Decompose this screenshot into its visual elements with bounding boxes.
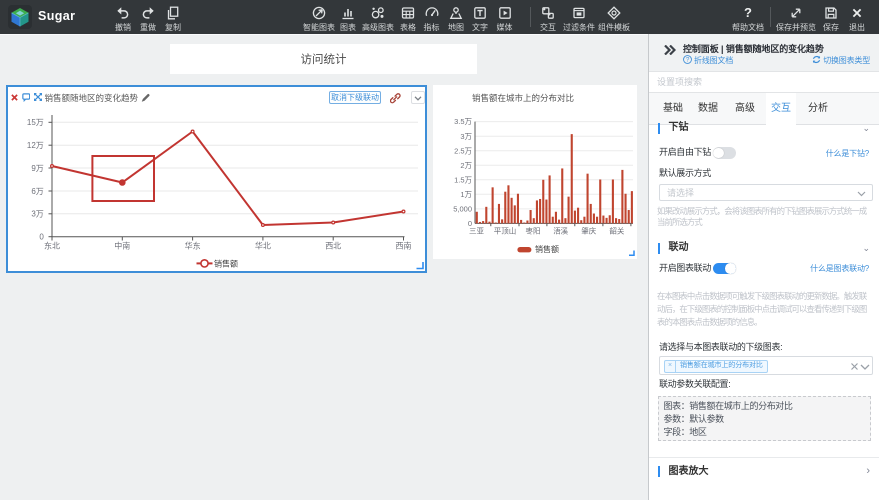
svg-text:东北: 东北 [44, 241, 60, 251]
svg-text:销售额: 销售额 [214, 258, 238, 268]
svg-text:3万: 3万 [31, 210, 43, 219]
svg-text:1万: 1万 [460, 190, 472, 199]
svg-text:3万: 3万 [460, 132, 472, 141]
svg-text:平顶山: 平顶山 [494, 226, 517, 236]
svg-text:5,000: 5,000 [453, 205, 472, 214]
svg-text:华北: 华北 [255, 241, 271, 251]
svg-text:9万: 9万 [31, 164, 43, 173]
svg-text:西南: 西南 [396, 241, 412, 251]
svg-text:销售额: 销售额 [535, 244, 559, 254]
svg-text:中南: 中南 [114, 241, 130, 251]
svg-text:2万: 2万 [460, 161, 472, 170]
svg-text:1.5万: 1.5万 [454, 175, 472, 184]
svg-text:三亚: 三亚 [469, 227, 484, 236]
svg-text:15万: 15万 [27, 118, 44, 127]
svg-text:3.5万: 3.5万 [454, 117, 472, 126]
svg-text:华东: 华东 [185, 241, 201, 251]
svg-text:韶关: 韶关 [609, 226, 624, 236]
svg-text:西北: 西北 [325, 242, 341, 251]
svg-text:12万: 12万 [27, 141, 44, 150]
svg-text:0: 0 [39, 233, 44, 242]
svg-text:2.5万: 2.5万 [454, 146, 472, 155]
svg-text:肇庆: 肇庆 [581, 226, 596, 236]
svg-text:浯溪: 浯溪 [553, 226, 568, 236]
svg-text:枣阳: 枣阳 [526, 226, 541, 236]
svg-text:6万: 6万 [31, 187, 43, 196]
